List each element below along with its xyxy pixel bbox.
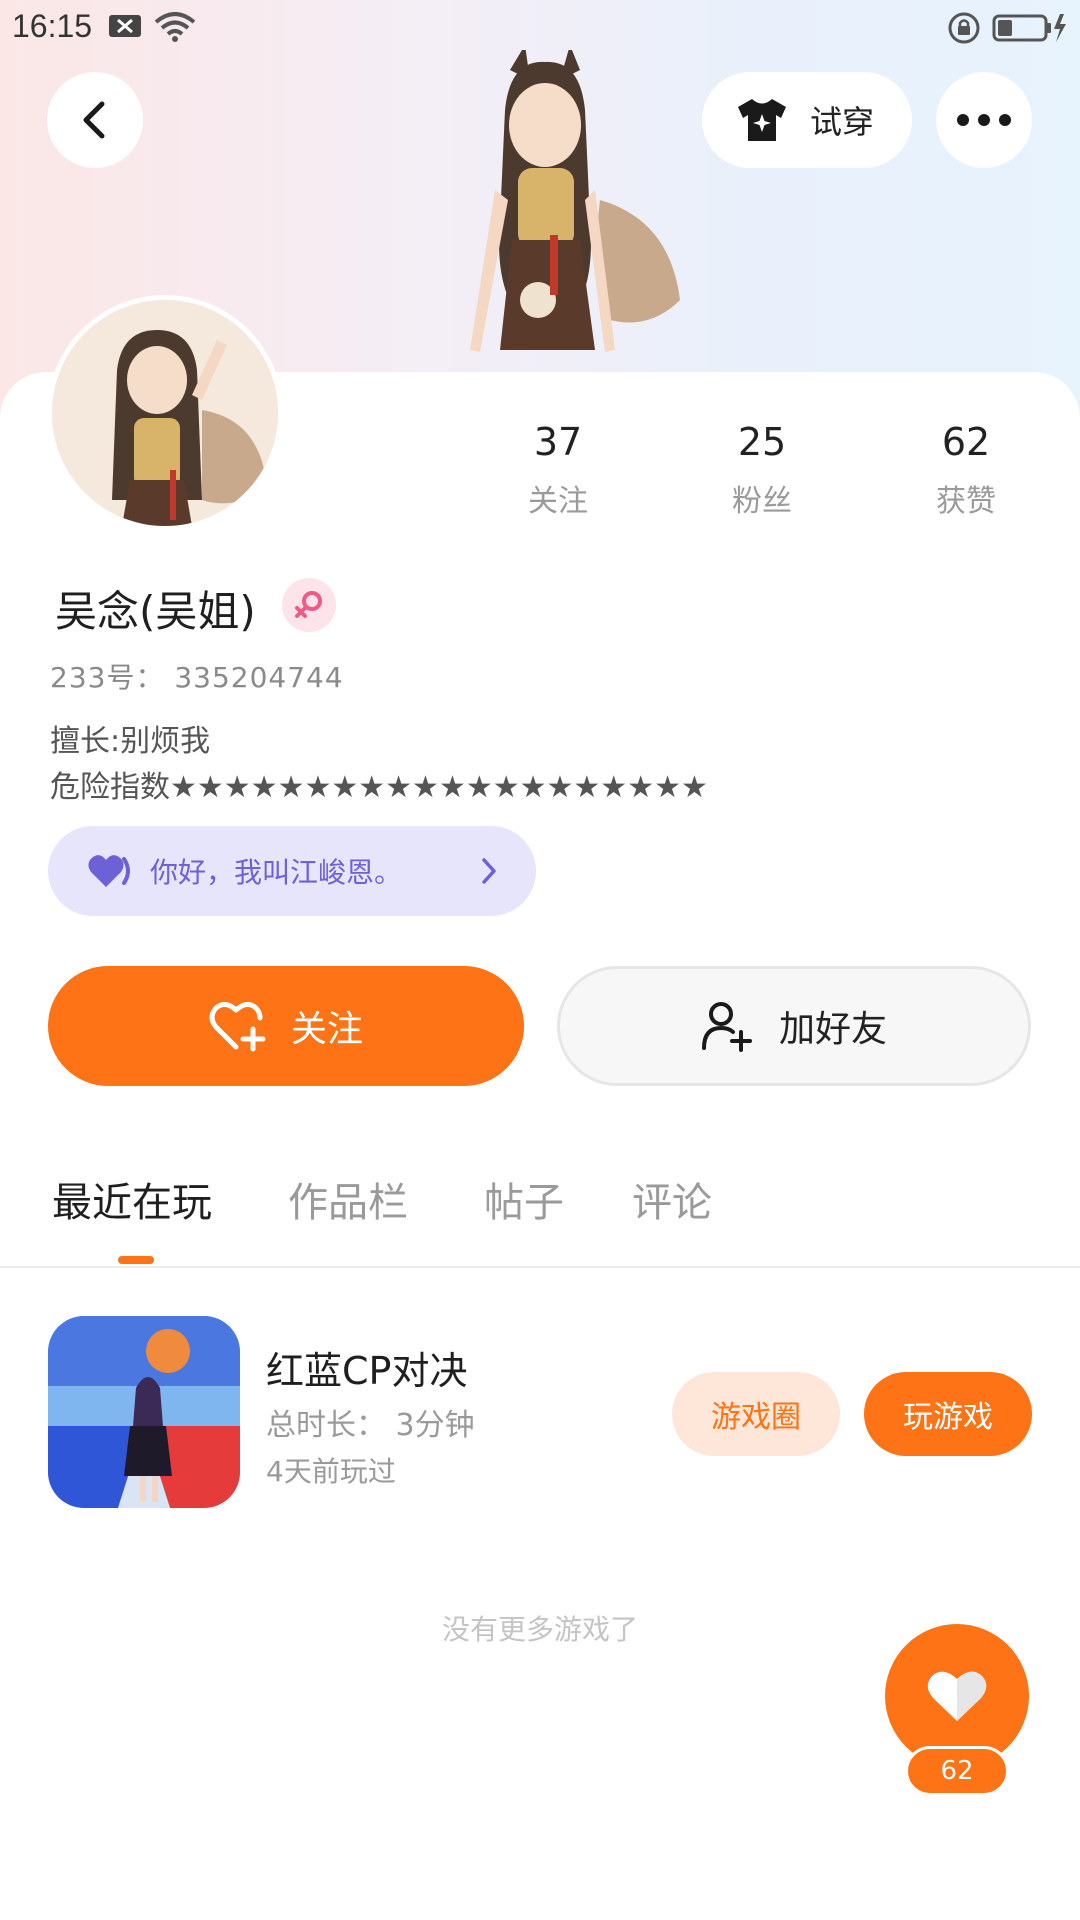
tab-active-indicator xyxy=(118,1256,154,1264)
female-icon xyxy=(295,591,322,618)
heart-icon xyxy=(927,1671,987,1721)
back-button[interactable] xyxy=(47,72,143,168)
stat-likes[interactable]: 62 获赞 xyxy=(886,420,1046,520)
profile-tabs: 最近在玩 作品栏 帖子 评论 xyxy=(0,1170,1080,1268)
tab-posts[interactable]: 帖子 xyxy=(484,1170,564,1228)
stat-following-count: 37 xyxy=(533,420,583,464)
greeting-voice-pill[interactable]: 你好，我叫江峻恩。 xyxy=(48,826,536,916)
character-illustration xyxy=(470,50,680,352)
status-bar: 16:15 xyxy=(0,0,1080,56)
chevron-left-icon xyxy=(83,101,105,139)
gender-badge xyxy=(282,578,336,632)
tab-comments[interactable]: 评论 xyxy=(632,1170,712,1228)
follow-button[interactable]: 关注 xyxy=(48,966,524,1086)
try-on-button[interactable]: 试穿 xyxy=(702,72,912,168)
chevron-right-icon xyxy=(482,858,496,884)
game-cover-image xyxy=(48,1316,240,1508)
play-game-button[interactable]: 玩游戏 xyxy=(864,1372,1032,1456)
voice-heart-icon xyxy=(88,855,130,887)
tab-works[interactable]: 作品栏 xyxy=(288,1170,408,1228)
battery-icon xyxy=(992,14,1066,42)
stat-fans-count: 25 xyxy=(737,420,787,464)
status-time: 16:15 xyxy=(12,8,93,44)
avatar[interactable] xyxy=(47,295,283,531)
greeting-text: 你好，我叫江峻恩。 xyxy=(150,856,403,889)
wifi-icon xyxy=(154,12,196,42)
game-community-button[interactable]: 游戏圈 xyxy=(672,1372,840,1456)
game-play-duration: 总时长： 3分钟 xyxy=(266,1408,475,1443)
game-title: 红蓝CP对决 xyxy=(266,1349,468,1393)
game-list-item[interactable]: 红蓝CP对决 总时长： 3分钟 4天前玩过 游戏圈 玩游戏 xyxy=(0,1316,1080,1508)
add-friend-label: 加好友 xyxy=(778,1009,887,1050)
stat-following-label: 关注 xyxy=(528,484,588,519)
avatar-image xyxy=(52,300,278,526)
heart-plus-icon xyxy=(209,1002,266,1052)
stat-following[interactable]: 37 关注 xyxy=(478,420,638,520)
bio-line-1: 擅长:别烦我 xyxy=(50,724,211,759)
stat-fans[interactable]: 25 粉丝 xyxy=(682,420,842,520)
more-options-button[interactable] xyxy=(936,72,1032,168)
rotation-lock-icon xyxy=(948,12,980,44)
nickname: 吴念(吴姐) xyxy=(55,587,256,636)
follow-label: 关注 xyxy=(290,1009,363,1050)
game-thumbnail[interactable] xyxy=(48,1316,240,1508)
add-user-icon xyxy=(701,1002,752,1052)
tshirt-icon xyxy=(738,99,786,141)
more-dots-icon xyxy=(957,114,1011,126)
user-id: 233号： 335204744 xyxy=(50,661,344,694)
like-count: 62 xyxy=(905,1746,1009,1796)
try-on-label: 试穿 xyxy=(810,103,875,141)
bio-line-2: 危险指数★★★★★★★★★★★★★★★★★★★★ xyxy=(50,770,708,805)
stat-fans-label: 粉丝 xyxy=(732,484,792,519)
tab-recently-played[interactable]: 最近在玩 xyxy=(52,1170,212,1228)
add-friend-button[interactable]: 加好友 xyxy=(557,966,1031,1086)
stat-likes-count: 62 xyxy=(941,420,991,464)
game-last-played: 4天前玩过 xyxy=(266,1455,396,1488)
notification-icon xyxy=(109,15,141,37)
stat-likes-label: 获赞 xyxy=(936,484,996,519)
